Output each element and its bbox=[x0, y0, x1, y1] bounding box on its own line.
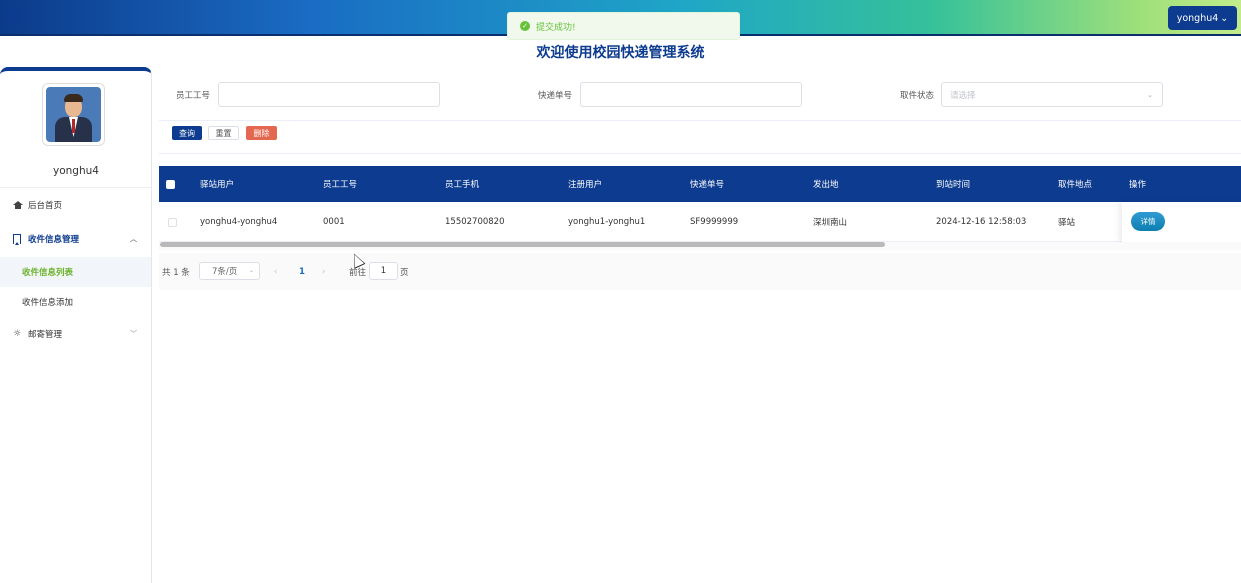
delete-button[interactable]: 删除 bbox=[246, 126, 277, 140]
table-cell: yonghu1-yonghu1 bbox=[568, 217, 646, 227]
column-header: 取件地点 bbox=[1058, 180, 1093, 190]
sidebar-item-label: 收件信息添加 bbox=[22, 298, 74, 308]
column-header: 员工手机 bbox=[445, 180, 480, 190]
pagination: 共 1 条 7条/页 ⌄ ‹ 1 › 前往 1 页 bbox=[159, 253, 1241, 290]
user-menu-label: yonghu4 bbox=[1176, 12, 1219, 24]
toast-message: 提交成功! bbox=[536, 22, 576, 33]
next-page-icon[interactable]: › bbox=[322, 253, 325, 290]
table-cell: 15502700820 bbox=[445, 217, 505, 227]
avatar bbox=[42, 83, 105, 146]
pickup-status-placeholder: 请选择 bbox=[950, 90, 976, 101]
sidebar-item-receipt-add[interactable]: 收件信息添加 bbox=[0, 287, 151, 317]
column-header: 快递单号 bbox=[690, 180, 725, 190]
goto-page-input[interactable]: 1 bbox=[369, 262, 398, 280]
employee-id-input[interactable] bbox=[218, 82, 440, 107]
select-all-checkbox[interactable] bbox=[166, 179, 175, 189]
chevron-down-icon: ⌄ bbox=[1147, 91, 1153, 99]
page-number-current[interactable]: 1 bbox=[299, 253, 305, 290]
detail-button[interactable]: 详情 bbox=[1131, 212, 1165, 231]
table-cell: 深圳南山 bbox=[813, 218, 848, 228]
pickup-status-select[interactable]: 请选择 ⌄ bbox=[941, 82, 1163, 107]
sidebar: yonghu4 后台首页 收件信息管理 ︿ 收件信息列表 收件信息添加 ☼ 邮寄… bbox=[0, 67, 152, 583]
horizontal-scrollbar-thumb[interactable] bbox=[160, 242, 885, 247]
column-header: 操作 bbox=[1129, 180, 1147, 190]
home-icon bbox=[12, 200, 23, 210]
sidebar-item-label: 后台首页 bbox=[28, 201, 63, 211]
column-header: 员工工号 bbox=[323, 180, 358, 190]
check-circle-icon: ✓ bbox=[520, 21, 530, 31]
page-size-select[interactable]: 7条/页 ⌄ bbox=[199, 262, 260, 280]
success-toast: ✓ 提交成功! bbox=[507, 12, 740, 40]
app-menu-icon[interactable] bbox=[7, 11, 20, 24]
column-header: 到站时间 bbox=[936, 180, 971, 190]
actions-cell: 详情 bbox=[1122, 202, 1241, 242]
query-button[interactable]: 查询 bbox=[172, 126, 202, 140]
table-row[interactable]: yonghu4-yonghu4 0001 15502700820 yonghu1… bbox=[159, 202, 1241, 242]
bookmark-icon bbox=[12, 234, 22, 245]
sidebar-item-mail-management[interactable]: ☼ 邮寄管理 ﹀ bbox=[0, 319, 151, 349]
pickup-status-label: 取件状态 bbox=[900, 91, 935, 101]
tracking-number-label: 快递单号 bbox=[538, 91, 573, 101]
chevron-up-icon: ︿ bbox=[130, 235, 137, 243]
chevron-down-icon: ⌄ bbox=[1220, 12, 1229, 24]
sidebar-item-label: 收件信息列表 bbox=[22, 268, 74, 278]
column-header: 发出地 bbox=[813, 180, 839, 190]
table-cell: 驿站 bbox=[1058, 218, 1076, 228]
chevron-down-icon: ﹀ bbox=[130, 330, 137, 338]
pagination-total: 共 1 条 bbox=[162, 267, 190, 278]
sidebar-item-label: 收件信息管理 bbox=[28, 235, 80, 245]
table-cell: yonghu4-yonghu4 bbox=[200, 217, 278, 227]
page-suffix-label: 页 bbox=[400, 267, 409, 278]
user-menu-button[interactable]: yonghu4 ⌄ bbox=[1168, 6, 1237, 30]
divider bbox=[159, 120, 1241, 121]
table-cell: 0001 bbox=[323, 217, 345, 227]
chevron-down-icon: ⌄ bbox=[248, 267, 254, 274]
data-table: 驿站用户 员工工号 员工手机 注册用户 快递单号 发出地 到站时间 取件地点 操… bbox=[159, 166, 1241, 253]
table-header: 驿站用户 员工工号 员工手机 注册用户 快递单号 发出地 到站时间 取件地点 操… bbox=[159, 166, 1241, 202]
search-panel: 员工工号 快递单号 取件状态 请选择 ⌄ 查询 重置 删除 bbox=[159, 70, 1241, 154]
row-checkbox[interactable] bbox=[168, 217, 177, 227]
divider bbox=[0, 187, 152, 188]
sidebar-item-home[interactable]: 后台首页 bbox=[0, 190, 151, 220]
column-header: 驿站用户 bbox=[200, 180, 235, 190]
column-header: 注册用户 bbox=[568, 180, 603, 190]
table-cell: 2024-12-16 12:58:03 bbox=[936, 217, 1027, 227]
page-size-value: 7条/页 bbox=[212, 267, 238, 277]
sidebar-item-receipt-list[interactable]: 收件信息列表 bbox=[0, 257, 151, 287]
sidebar-item-label: 邮寄管理 bbox=[28, 330, 63, 340]
prev-page-icon[interactable]: ‹ bbox=[274, 253, 277, 290]
table-cell: SF9999999 bbox=[690, 217, 739, 227]
sidebar-username: yonghu4 bbox=[53, 165, 99, 177]
page-title: 欢迎使用校园快递管理系统 bbox=[536, 45, 705, 61]
sidebar-item-receipt-management[interactable]: 收件信息管理 ︿ bbox=[0, 224, 151, 254]
reset-button[interactable]: 重置 bbox=[208, 126, 239, 140]
gear-icon: ☼ bbox=[12, 329, 22, 339]
employee-id-label: 员工工号 bbox=[176, 91, 211, 101]
tracking-number-input[interactable] bbox=[580, 82, 802, 107]
